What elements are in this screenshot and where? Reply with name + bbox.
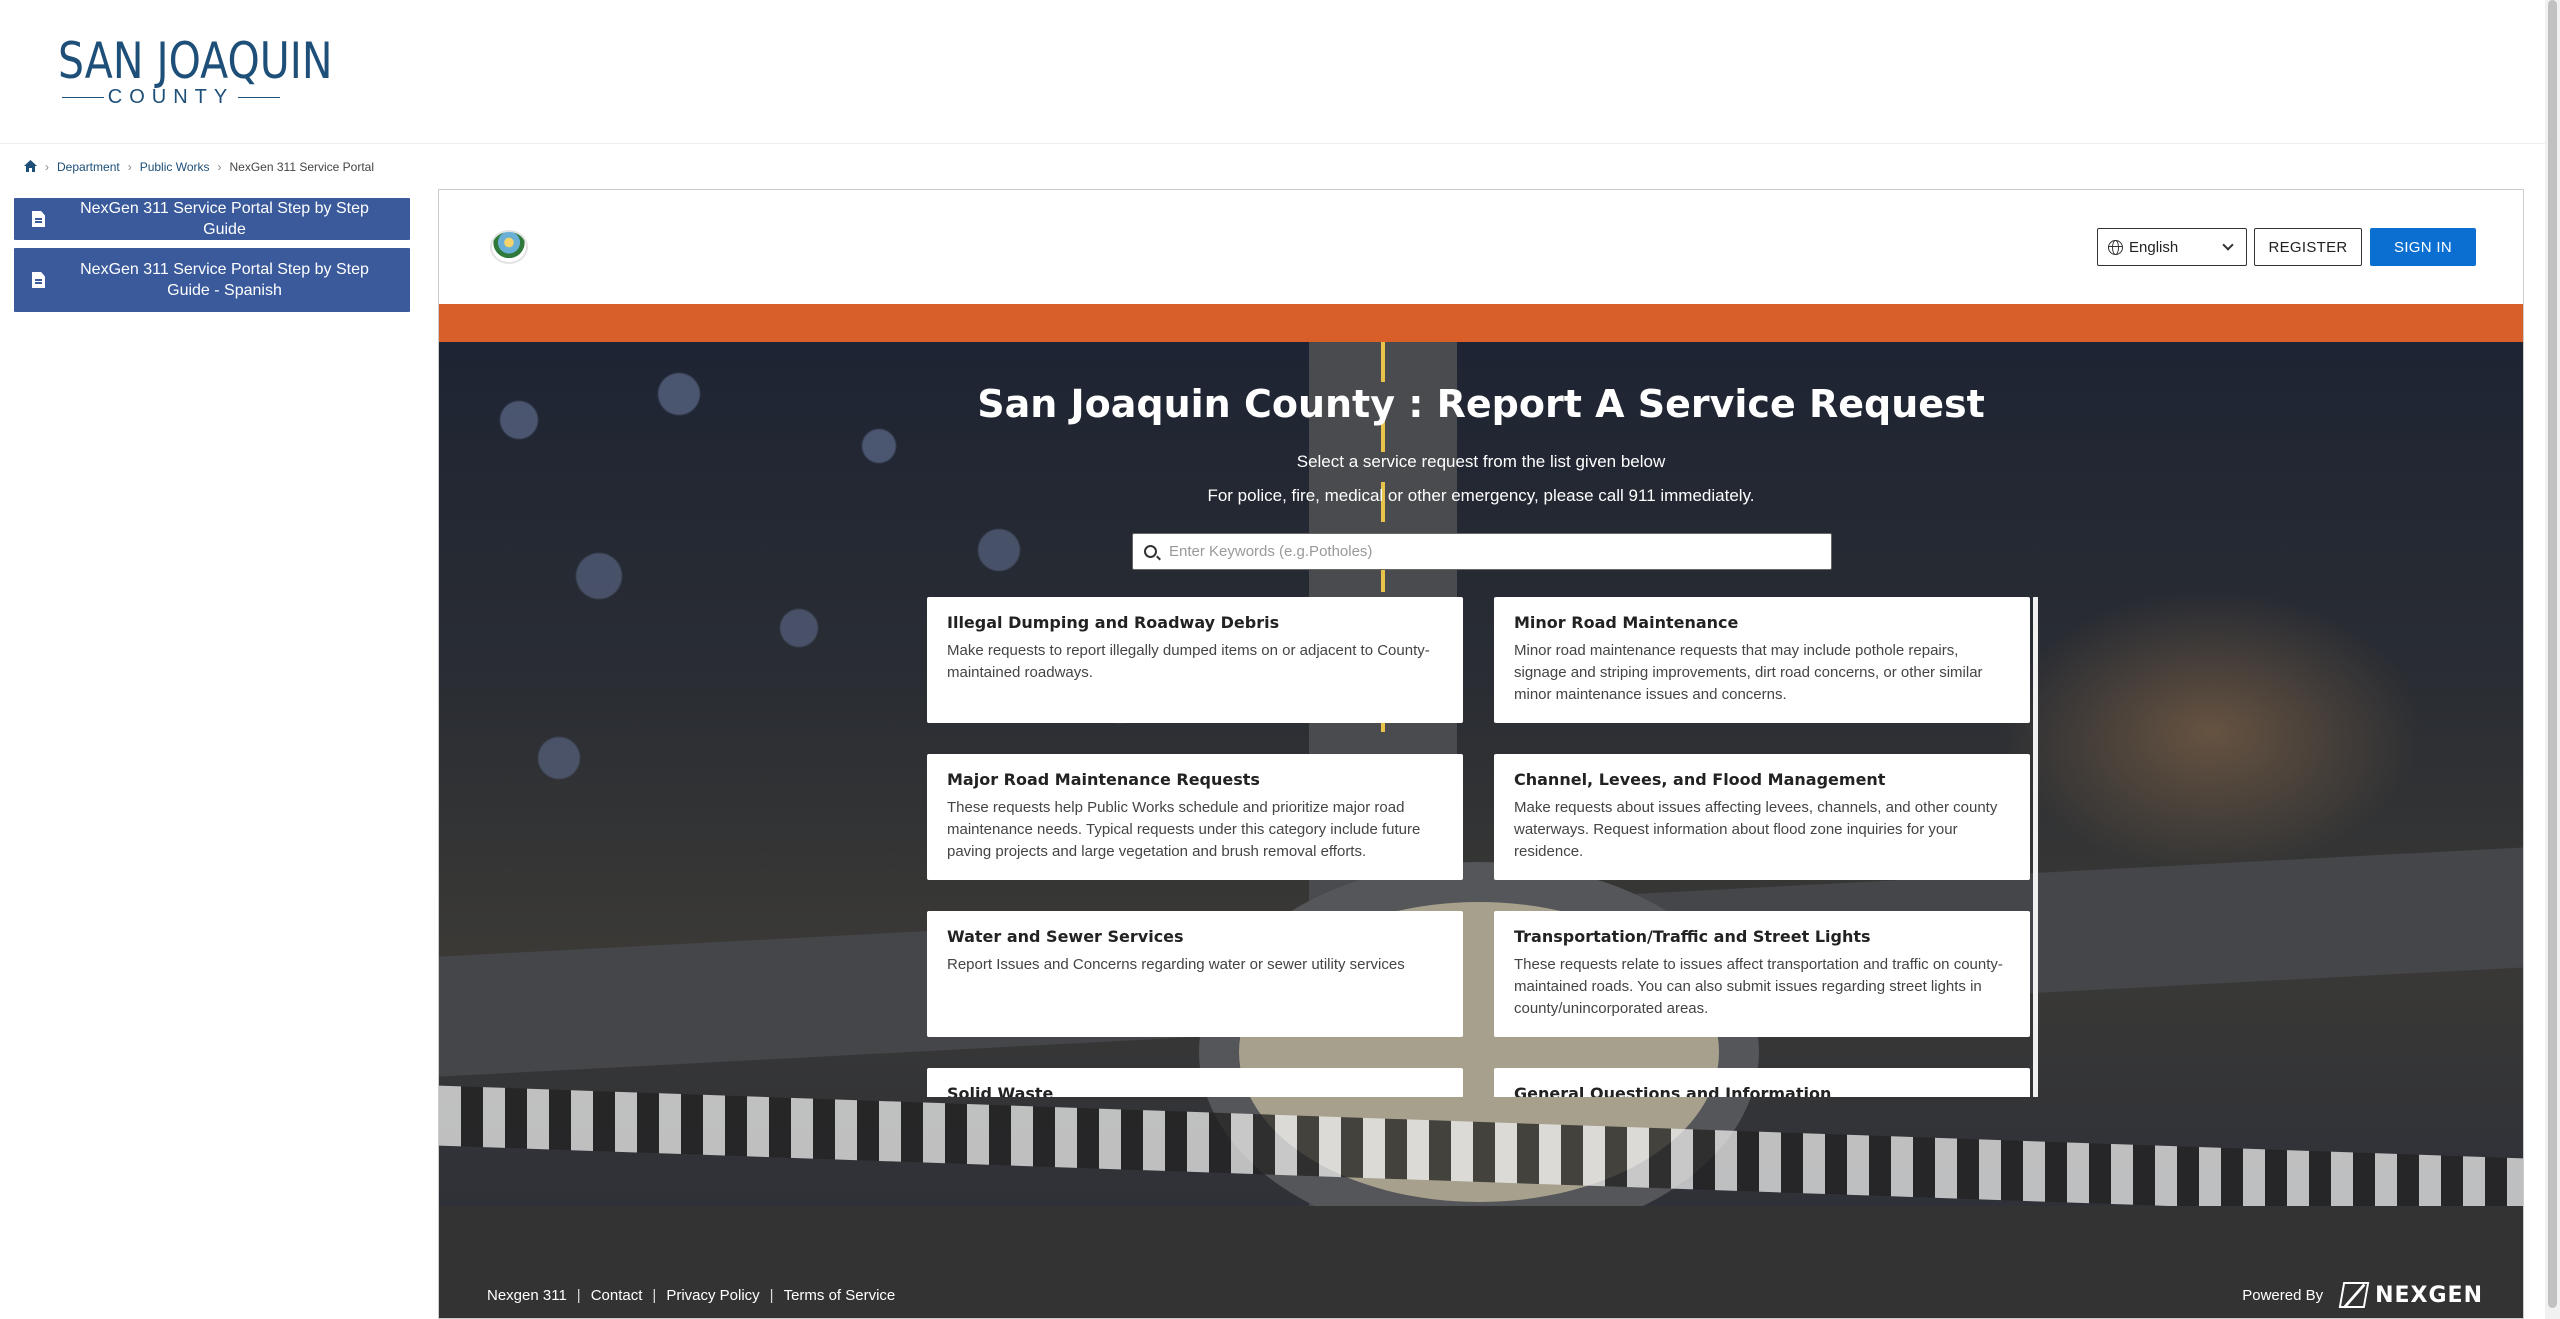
- category-description: Make requests to report illegally dumped…: [947, 642, 1430, 681]
- language-value: English: [2129, 238, 2179, 256]
- service-portal-frame: English REGISTER SIGN IN San Joaquin Cou…: [438, 189, 2524, 1319]
- search-input[interactable]: [1169, 534, 1831, 569]
- county-seal-icon[interactable]: [490, 230, 528, 264]
- county-logo[interactable]: SAN JOAQUIN COUNTY: [58, 32, 333, 108]
- category-list: Illegal Dumping and Roadway Debris Make …: [927, 597, 2039, 1097]
- category-scrollbar[interactable]: [2033, 597, 2038, 1097]
- category-card[interactable]: Channel, Levees, and Flood Management Ma…: [1494, 754, 2030, 880]
- guide-link-label: NexGen 311 Service Portal Step by Step G…: [80, 261, 369, 299]
- breadcrumb: › Department › Public Works › NexGen 311…: [24, 158, 374, 176]
- page-subtitle: Select a service request from the list g…: [1296, 452, 1666, 471]
- guide-link-label: NexGen 311 Service Portal Step by Step G…: [80, 200, 369, 238]
- category-title: Solid Waste: [947, 1084, 1054, 1097]
- category-description: These requests relate to issues affect t…: [1514, 956, 2003, 1017]
- search-box[interactable]: [1132, 533, 1832, 570]
- category-card[interactable]: Minor Road Maintenance Minor road mainte…: [1494, 597, 2030, 723]
- category-title: General Questions and Information: [1514, 1084, 1832, 1097]
- breadcrumb-separator: ›: [45, 160, 49, 174]
- nexgen-mark-icon: [2338, 1282, 2370, 1308]
- category-description: Make requests about issues affecting lev…: [1514, 799, 1998, 860]
- portal-header: English REGISTER SIGN IN: [439, 190, 2523, 304]
- portal-footer: Nexgen 311 | Contact | Privacy Policy | …: [439, 1206, 2523, 1318]
- category-card[interactable]: Water and Sewer Services Report Issues a…: [927, 911, 1463, 1037]
- breadcrumb-public-works[interactable]: Public Works: [140, 160, 210, 174]
- document-icon: [32, 272, 45, 288]
- page-scrollbar[interactable]: [2545, 0, 2560, 1319]
- category-card[interactable]: Transportation/Traffic and Street Lights…: [1494, 911, 2030, 1037]
- breadcrumb-separator: ›: [217, 160, 222, 174]
- breadcrumb-department[interactable]: Department: [57, 160, 120, 174]
- category-card[interactable]: Illegal Dumping and Roadway Debris Make …: [927, 597, 1463, 723]
- footer-links: Nexgen 311 | Contact | Privacy Policy | …: [487, 1287, 895, 1304]
- footer-divider: |: [576, 1287, 581, 1304]
- document-icon: [32, 211, 45, 227]
- category-title: Major Road Maintenance Requests: [947, 770, 1260, 789]
- category-description: Minor road maintenance requests that may…: [1514, 642, 1983, 703]
- footer-divider: |: [652, 1287, 657, 1304]
- breadcrumb-separator: ›: [127, 160, 132, 174]
- logo-bottom-text: COUNTY: [62, 86, 280, 108]
- category-description: Report Issues and Concerns regarding wat…: [947, 956, 1405, 973]
- guide-link-english[interactable]: NexGen 311 Service Portal Step by Step G…: [14, 198, 410, 240]
- page-scrollbar-thumb[interactable]: [2548, 0, 2557, 1308]
- footer-divider: |: [769, 1287, 774, 1304]
- footer-link-privacy[interactable]: Privacy Policy: [666, 1287, 759, 1304]
- register-button[interactable]: REGISTER: [2254, 228, 2362, 266]
- category-card[interactable]: General Questions and Information: [1494, 1068, 2030, 1097]
- nexgen-logo[interactable]: NEXGEN: [2338, 1282, 2483, 1308]
- category-description: These requests help Public Works schedul…: [947, 799, 1421, 860]
- category-card[interactable]: Major Road Maintenance Requests These re…: [927, 754, 1463, 880]
- globe-icon: [2108, 239, 2123, 255]
- accent-band: [439, 304, 2523, 342]
- footer-link-terms[interactable]: Terms of Service: [784, 1287, 896, 1304]
- logo-top-text: SAN JOAQUIN: [58, 32, 333, 90]
- language-select[interactable]: English: [2097, 228, 2247, 266]
- category-card[interactable]: Solid Waste: [927, 1068, 1463, 1097]
- emergency-note: For police, fire, medical or other emerg…: [1207, 486, 1755, 505]
- hero-section: San Joaquin County : Report A Service Re…: [439, 342, 2523, 1206]
- powered-by-label: Powered By: [2242, 1286, 2324, 1304]
- category-title: Channel, Levees, and Flood Management: [1514, 770, 1886, 789]
- category-scrollbar-thumb[interactable]: [2033, 597, 2038, 1097]
- footer-link-contact[interactable]: Contact: [591, 1287, 643, 1304]
- sign-in-button[interactable]: SIGN IN: [2370, 228, 2476, 266]
- site-header: SAN JOAQUIN COUNTY: [0, 0, 2545, 144]
- category-title: Minor Road Maintenance: [1514, 613, 1739, 632]
- page-title: San Joaquin County : Report A Service Re…: [977, 382, 1985, 426]
- powered-by: Powered By NEXGEN: [2242, 1282, 2483, 1308]
- guide-link-spanish[interactable]: NexGen 311 Service Portal Step by Step G…: [14, 248, 410, 312]
- footer-link-nexgen311[interactable]: Nexgen 311: [487, 1287, 567, 1304]
- category-title: Transportation/Traffic and Street Lights: [1514, 927, 1871, 946]
- home-icon[interactable]: [24, 159, 37, 175]
- search-icon: [1144, 545, 1157, 558]
- sidebar: NexGen 311 Service Portal Step by Step G…: [14, 198, 410, 320]
- nexgen-brand: NEXGEN: [2375, 1282, 2483, 1308]
- breadcrumb-current: NexGen 311 Service Portal: [229, 160, 375, 174]
- category-title: Water and Sewer Services: [947, 927, 1184, 946]
- chevron-down-icon: [2222, 239, 2234, 251]
- category-title: Illegal Dumping and Roadway Debris: [947, 613, 1280, 632]
